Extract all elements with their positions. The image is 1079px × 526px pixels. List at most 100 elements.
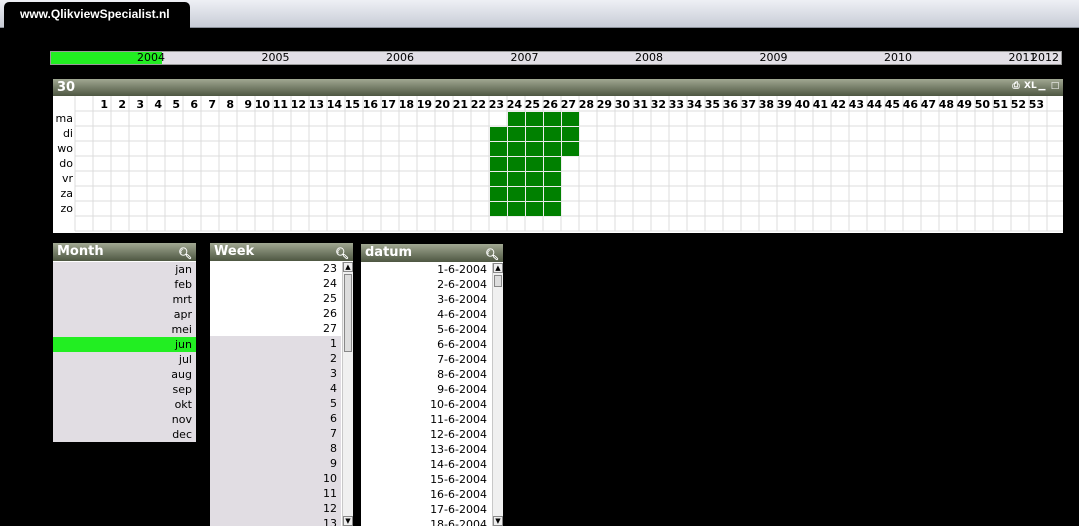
datum-item[interactable]: 5-6-2004 [361, 322, 491, 337]
week-item[interactable]: 8 [210, 441, 341, 456]
datum-scrollbar[interactable]: ▲ ▼ [492, 263, 503, 526]
year-label-2012[interactable]: 2012 [1031, 52, 1059, 64]
month-item[interactable]: sep [53, 382, 196, 397]
datum-item[interactable]: 14-6-2004 [361, 457, 491, 472]
datum-item[interactable]: 18-6-2004 [361, 517, 491, 526]
week-header: 53 [1029, 98, 1044, 111]
calendar-cell-filled [544, 172, 561, 186]
scroll-down-icon[interactable]: ▼ [493, 516, 503, 526]
month-item[interactable]: jan [53, 262, 196, 277]
search-icon[interactable]: 🔍︎ [178, 245, 192, 263]
datum-item[interactable]: 3-6-2004 [361, 292, 491, 307]
scroll-up-icon[interactable]: ▲ [343, 262, 353, 272]
print-icon[interactable]: ⎙ [1011, 81, 1021, 91]
week-item[interactable]: 12 [210, 501, 341, 516]
calendar-cell-filled [526, 127, 543, 141]
month-item[interactable]: dec [53, 427, 196, 442]
year-label-2004[interactable]: 2004 [137, 52, 165, 64]
week-item[interactable]: 11 [210, 486, 341, 501]
datum-item[interactable]: 16-6-2004 [361, 487, 491, 502]
calendar-cell-filled [508, 202, 525, 216]
month-item[interactable]: feb [53, 277, 196, 292]
month-item[interactable]: aug [53, 367, 196, 382]
datum-item[interactable]: 4-6-2004 [361, 307, 491, 322]
datum-item[interactable]: 7-6-2004 [361, 352, 491, 367]
month-item[interactable]: mei [53, 322, 196, 337]
year-label-2008[interactable]: 2008 [635, 52, 663, 64]
scroll-up-icon[interactable]: ▲ [493, 263, 503, 273]
datum-item[interactable]: 8-6-2004 [361, 367, 491, 382]
datum-list: 1-6-2004 2-6-2004 3-6-2004 4-6-2004 5-6-2004… [361, 262, 491, 526]
scroll-thumb[interactable] [344, 274, 352, 352]
week-header: 2 [118, 98, 126, 111]
month-listbox-title: Month [57, 244, 104, 259]
week-header: 46 [903, 98, 919, 111]
week-item[interactable]: 26 [210, 306, 341, 321]
week-listbox-caption[interactable]: Week 🔍︎ [210, 243, 353, 261]
datum-item[interactable]: 15-6-2004 [361, 472, 491, 487]
datum-item[interactable]: 13-6-2004 [361, 442, 491, 457]
week-item[interactable]: 6 [210, 411, 341, 426]
year-label-2009[interactable]: 2009 [760, 52, 788, 64]
month-item[interactable]: apr [53, 307, 196, 322]
week-scrollbar[interactable]: ▲ ▼ [342, 262, 353, 526]
month-item[interactable]: nov [53, 412, 196, 427]
scroll-thumb[interactable] [494, 275, 502, 287]
datum-listbox-caption[interactable]: datum 🔍︎ [361, 244, 503, 262]
datum-item[interactable]: 10-6-2004 [361, 397, 491, 412]
sheet-tab[interactable]: www.QlikviewSpecialist.nl [4, 2, 190, 28]
datum-item[interactable]: 6-6-2004 [361, 337, 491, 352]
week-item[interactable]: 4 [210, 381, 341, 396]
week-item[interactable]: 2 [210, 351, 341, 366]
datum-item[interactable]: 2-6-2004 [361, 277, 491, 292]
datum-item[interactable]: 12-6-2004 [361, 427, 491, 442]
datum-item[interactable]: 9-6-2004 [361, 382, 491, 397]
week-item[interactable]: 3 [210, 366, 341, 381]
scroll-down-icon[interactable]: ▼ [343, 516, 353, 526]
month-item[interactable]: okt [53, 397, 196, 412]
week-header: 24 [507, 98, 523, 111]
week-item[interactable]: 7 [210, 426, 341, 441]
month-item[interactable]: jul [53, 352, 196, 367]
week-header: 15 [345, 98, 360, 111]
week-header: 34 [687, 98, 703, 111]
year-label-2007[interactable]: 2007 [511, 52, 539, 64]
minimize-icon[interactable]: ▁ [1037, 81, 1047, 91]
calendar-cell-filled [544, 127, 561, 141]
month-item[interactable]: mrt [53, 292, 196, 307]
xl-icon[interactable]: XL [1024, 81, 1037, 91]
calendar-caption[interactable]: 30 ⎙ XL ▁ □ [53, 79, 1063, 96]
year-label-2006[interactable]: 2006 [386, 52, 414, 64]
search-icon[interactable]: 🔍︎ [335, 245, 349, 263]
week-item[interactable]: 23 [210, 261, 341, 276]
week-header: 48 [939, 98, 954, 111]
datum-listbox-title: datum [365, 245, 413, 260]
week-item[interactable]: 9 [210, 456, 341, 471]
year-label-2005[interactable]: 2005 [262, 52, 290, 64]
calendar-cell-filled [508, 187, 525, 201]
month-listbox-caption[interactable]: Month 🔍︎ [53, 243, 196, 261]
month-item[interactable]: jun [53, 337, 196, 352]
week-header: 16 [363, 98, 379, 111]
datum-item[interactable]: 11-6-2004 [361, 412, 491, 427]
week-header: 40 [795, 98, 811, 111]
maximize-icon[interactable]: □ [1050, 81, 1060, 91]
datum-item[interactable]: 17-6-2004 [361, 502, 491, 517]
week-header: 52 [1011, 98, 1026, 111]
week-item[interactable]: 27 [210, 321, 341, 336]
year-label-2010[interactable]: 2010 [884, 52, 912, 64]
week-item[interactable]: 24 [210, 276, 341, 291]
week-header: 28 [579, 98, 594, 111]
week-item[interactable]: 5 [210, 396, 341, 411]
week-item[interactable]: 10 [210, 471, 341, 486]
week-item[interactable]: 25 [210, 291, 341, 306]
week-header: 36 [723, 98, 739, 111]
week-item[interactable]: 13 [210, 516, 341, 526]
week-header: 42 [831, 98, 846, 111]
year-slider[interactable]: 2004 2005 2006 2007 2008 2009 2010 2011 2012 [50, 51, 1062, 65]
datum-item[interactable]: 1-6-2004 [361, 262, 491, 277]
week-item[interactable]: 1 [210, 336, 341, 351]
week-header: 49 [957, 98, 972, 111]
calendar-cell-filled [508, 127, 525, 141]
search-icon[interactable]: 🔍︎ [485, 246, 499, 264]
